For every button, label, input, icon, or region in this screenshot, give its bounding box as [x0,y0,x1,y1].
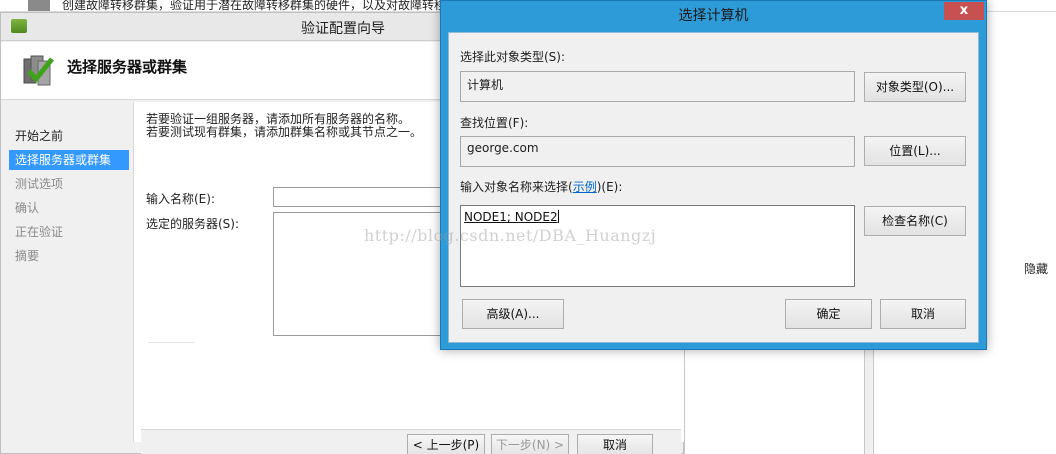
location-label: 查找位置(F): [460,116,529,130]
object-type-value: 计算机 [467,78,504,92]
dialog-cancel-button[interactable]: 取消 [880,299,966,329]
object-type-field: 计算机 [460,71,855,102]
object-names-label-suffix: )(E): [596,180,623,194]
background-description-text: 创建故障转移群集，验证用于潜在故障转移群集的硬件，以及对故障转移 [62,0,447,12]
background-app-icon [28,0,50,11]
next-button: 下一步(N) > [491,434,569,454]
object-names-label-prefix: 输入对象名称来选择( [460,180,573,194]
object-type-label: 选择此对象类型(S): [460,50,566,64]
hide-link[interactable]: 隐藏 [1024,260,1048,277]
wizard-cancel-button[interactable]: 取消 [577,434,653,454]
nav-step-before-you-begin[interactable]: 开始之前 [9,126,129,146]
advanced-button[interactable]: 高级(A)... [462,299,564,329]
nav-step-testing-options: 测试选项 [15,177,64,191]
back-button[interactable]: < 上一步(P) [407,434,485,454]
text-caret [557,210,559,223]
wizard-description: 若要验证一组服务器，请添加所有服务器的名称。 若要测试现有群集，请添加群集名称或… [146,113,422,139]
description-line-2: 若要测试现有群集，请添加群集名称或其节点之一。 [146,125,423,139]
dialog-body: 选择此对象类型(S): 计算机 对象类型(O)... 查找位置(F): geor… [448,32,979,343]
enter-name-label: 输入名称(E): [146,192,215,206]
location-value: george.com [467,141,539,155]
location-field: george.com [460,136,855,167]
close-icon[interactable]: x [944,2,984,20]
nav-step-select-servers[interactable]: 选择服务器或群集 [9,150,129,170]
wizard-step-nav: 开始之前 选择服务器或群集 测试选项 确认 正在验证 摘要 [9,102,129,402]
nav-step-summary: 摘要 [15,249,40,263]
server-checkmark-icon [23,55,54,86]
select-computers-dialog: 选择计算机 x 选择此对象类型(S): 计算机 对象类型(O)... 查找位置(… [440,0,987,350]
locations-button[interactable]: 位置(L)... [864,136,966,166]
wizard-footer: < 上一步(P) 下一步(N) > 取消 [141,429,681,454]
wizard-header-title: 选择服务器或群集 [67,58,188,76]
check-names-button[interactable]: 检查名称(C) [864,206,966,236]
content-divider [148,342,194,343]
selected-servers-label: 选定的服务器(S): [146,217,240,231]
nav-step-validating: 正在验证 [15,225,64,239]
object-types-button[interactable]: 对象类型(O)... [864,72,966,102]
object-names-value: NODE1; NODE2 [464,210,558,224]
object-names-input[interactable]: NODE1; NODE2 [460,205,855,287]
watermark: http://blog.csdn.net/DBA_Huangzj [364,226,657,245]
examples-link[interactable]: 示例 [573,180,597,194]
object-names-label: 输入对象名称来选择(示例)(E): [460,178,622,195]
dialog-title: 选择计算机 [678,8,749,24]
nav-step-confirmation: 确认 [15,201,40,215]
ok-button[interactable]: 确定 [785,299,872,329]
